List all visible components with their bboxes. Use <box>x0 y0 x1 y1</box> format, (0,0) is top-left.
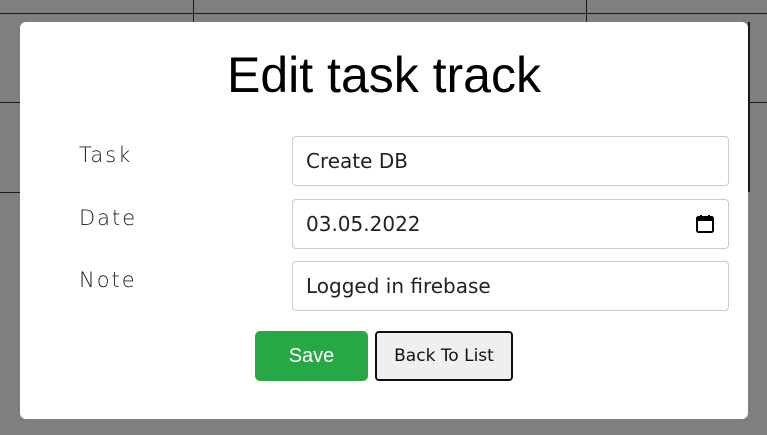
back-to-list-button[interactable]: Back To List <box>375 331 513 381</box>
note-input-value: Logged in firebase <box>306 274 491 298</box>
date-input-value: 03.05.2022 <box>306 212 421 236</box>
calendar-icon[interactable] <box>695 214 715 234</box>
date-row: Date 03.05.2022 <box>20 199 748 249</box>
grid-line <box>748 102 767 103</box>
save-button[interactable]: Save <box>255 331 368 381</box>
grid-line <box>0 13 767 14</box>
date-label: Date <box>79 206 138 230</box>
date-input[interactable]: 03.05.2022 <box>292 199 729 249</box>
task-row: Task Create DB <box>20 136 748 186</box>
grid-line <box>0 102 20 103</box>
note-input[interactable]: Logged in firebase <box>292 261 729 311</box>
task-input[interactable]: Create DB <box>292 136 729 186</box>
grid-line <box>0 192 20 193</box>
task-input-value: Create DB <box>306 149 408 173</box>
note-row: Note Logged in firebase <box>20 261 748 311</box>
note-label: Note <box>79 268 137 292</box>
modal-title: Edit task track <box>227 47 541 103</box>
grid-line <box>193 0 194 22</box>
task-label: Task <box>79 143 133 167</box>
grid-line <box>586 0 587 22</box>
grid-line <box>748 22 750 192</box>
